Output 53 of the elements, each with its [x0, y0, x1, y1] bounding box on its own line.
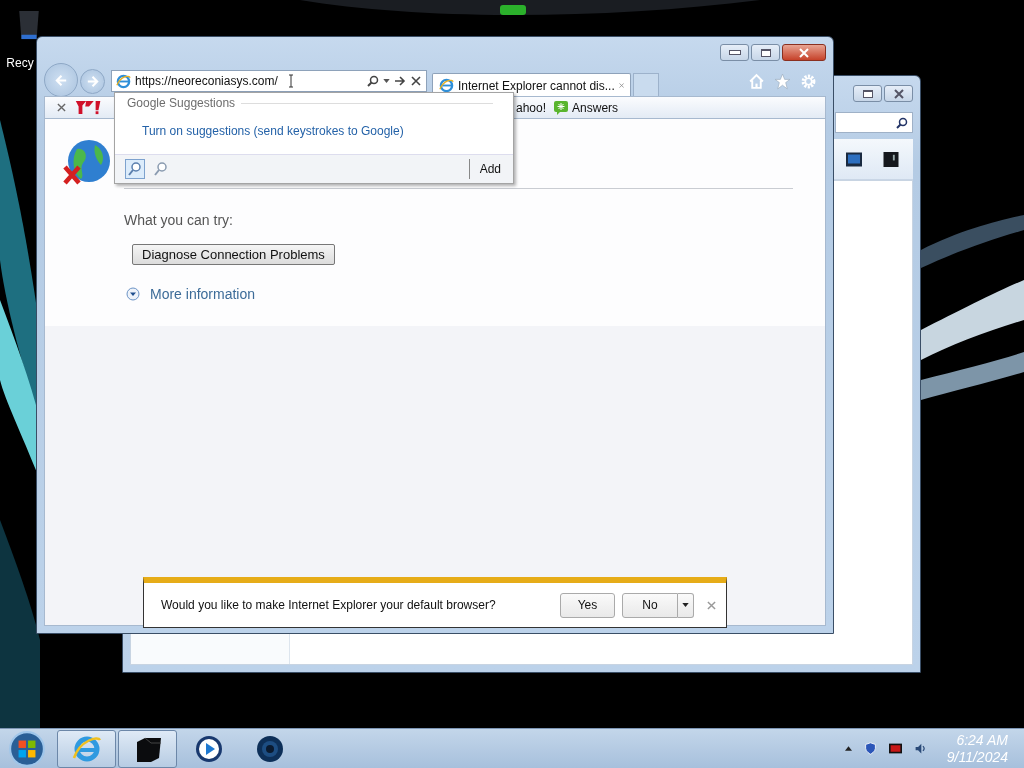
search-icon[interactable] — [367, 75, 379, 87]
close-button[interactable] — [884, 85, 913, 102]
disc-icon — [254, 733, 285, 764]
show-hidden-icons-icon[interactable] — [844, 746, 852, 751]
text-cursor-icon — [287, 74, 294, 88]
close-button[interactable] — [782, 44, 826, 61]
close-icon[interactable] — [707, 600, 716, 610]
display-icon[interactable] — [888, 742, 902, 755]
maximize-button[interactable] — [853, 85, 882, 102]
add-button[interactable]: Add — [468, 159, 501, 179]
go-arrow-icon[interactable] — [394, 75, 406, 87]
dropdown-button[interactable] — [678, 592, 694, 618]
recycle-bin-icon[interactable] — [16, 8, 42, 42]
favorite-link[interactable]: ahoo! — [516, 100, 547, 115]
dropdown-caret-icon[interactable] — [383, 79, 390, 83]
page-icon — [439, 78, 454, 93]
forward-arrow-icon — [85, 73, 100, 89]
monitor-icon[interactable] — [846, 151, 862, 167]
dropdown-heading: Google Suggestions — [127, 96, 236, 110]
no-button[interactable]: No — [622, 592, 678, 618]
shield-icon[interactable] — [863, 742, 877, 755]
desktop-icon-label[interactable]: Recy — [6, 56, 34, 70]
yes-button[interactable]: Yes — [560, 592, 615, 618]
more-information-link[interactable]: More information — [150, 286, 256, 302]
search-icon[interactable] — [896, 116, 908, 129]
globe-error-icon — [63, 139, 111, 187]
dark-panel-icon[interactable] — [883, 151, 899, 167]
stop-icon[interactable] — [410, 75, 422, 87]
play-icon — [193, 733, 224, 764]
taskbar-app-button[interactable] — [118, 729, 177, 768]
page-icon — [116, 73, 131, 89]
search-provider-icon[interactable] — [125, 159, 145, 179]
maximize-button[interactable] — [751, 44, 780, 61]
url-text: https://neoreconiasys.com/ — [135, 74, 278, 88]
address-field[interactable]: https://neoreconiasys.com/ — [111, 70, 427, 92]
notification-message: Would you like to make Internet Explorer your default browser? — [161, 598, 496, 612]
close-icon[interactable] — [57, 103, 66, 112]
search-field[interactable] — [835, 112, 913, 133]
star-icon[interactable] — [774, 72, 791, 90]
turn-on-suggestions-link[interactable]: Turn on suggestions (send keystrokes to Google) — [142, 124, 513, 138]
favorite-link[interactable]: Answers — [554, 100, 619, 115]
expand-icon[interactable] — [126, 287, 140, 301]
browser-tab[interactable]: Internet Explorer cannot dis... — [432, 73, 631, 97]
minimize-button[interactable] — [720, 44, 749, 61]
volume-icon[interactable] — [913, 742, 927, 755]
back-arrow-icon — [53, 72, 69, 88]
close-icon — [799, 47, 809, 58]
diagnose-button[interactable]: Diagnose Connection Problems — [132, 244, 335, 265]
close-icon — [893, 88, 904, 99]
caret-icon — [682, 603, 689, 607]
suggestion-heading: What you can try: — [124, 212, 233, 228]
start-button[interactable] — [8, 729, 46, 768]
speech-bubble-icon — [554, 100, 569, 115]
